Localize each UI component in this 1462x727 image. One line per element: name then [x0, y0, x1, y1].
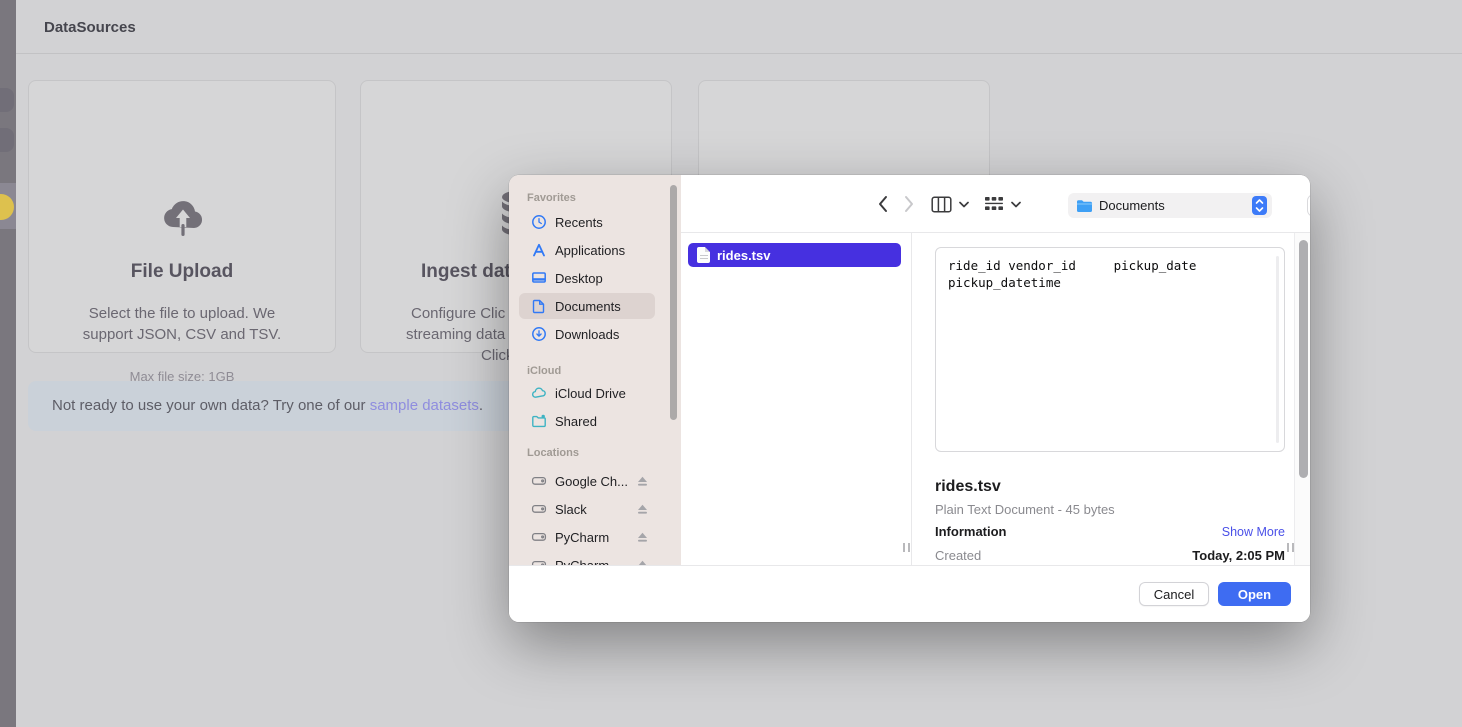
- sidebar-item-desktop[interactable]: Desktop: [519, 265, 655, 291]
- sidebar-scrollbar[interactable]: [670, 185, 677, 420]
- eject-icon[interactable]: [636, 531, 649, 544]
- information-label: Information: [935, 524, 1007, 539]
- information-row: Information Show More: [935, 524, 1285, 539]
- screen: DataSources File Upload Select the file …: [0, 0, 1462, 727]
- sidebar-item-shared[interactable]: Shared: [519, 408, 655, 434]
- card-title: Ingest data: [421, 261, 521, 283]
- eject-icon[interactable]: [636, 503, 649, 516]
- disk-icon: [531, 473, 547, 489]
- created-row: Created Today, 2:05 PM: [935, 548, 1285, 563]
- card-title: File Upload: [29, 261, 335, 283]
- sidebar-item-pycharm[interactable]: PyCharm: [519, 524, 655, 550]
- dialog-sidebar: Favorites Recents Applications Desktop D…: [509, 175, 681, 622]
- created-label: Created: [935, 548, 981, 563]
- sidebar-section-icloud: iCloud: [527, 365, 561, 377]
- rail-item-icon[interactable]: [0, 128, 14, 152]
- desktop-icon: [531, 270, 547, 286]
- search-field: [1307, 194, 1310, 217]
- page-header: DataSources: [16, 0, 1462, 54]
- dialog-scrollbar-track: [1294, 233, 1310, 565]
- sidebar-item-slack[interactable]: Slack: [519, 496, 655, 522]
- file-preview: ride_id vendor_id pickup_date pickup_dat…: [935, 247, 1285, 452]
- sidebar-section-locations: Locations: [527, 447, 579, 459]
- sidebar-item-google-chrome[interactable]: Google Ch...: [519, 468, 655, 494]
- info-filename: rides.tsv: [935, 478, 1001, 496]
- eject-icon[interactable]: [636, 475, 649, 488]
- download-icon: [531, 326, 547, 342]
- disk-icon: [531, 529, 547, 545]
- file-preview-text: ride_id vendor_id pickup_date pickup_dat…: [936, 248, 1284, 300]
- sidebar-item-documents[interactable]: Documents: [519, 293, 655, 319]
- document-icon: [531, 298, 547, 314]
- clock-icon: [531, 214, 547, 230]
- card-description-frag: streaming data: [406, 324, 505, 345]
- column-view-button[interactable]: [931, 196, 969, 213]
- card-description: Select the file to upload. We support JS…: [29, 303, 335, 345]
- file-row-rides-tsv[interactable]: rides.tsv: [688, 243, 901, 267]
- banner-text: Not ready to use your own data? Try one …: [52, 397, 370, 414]
- sidebar-item-recents[interactable]: Recents: [519, 209, 655, 235]
- column-resize-handle[interactable]: [903, 543, 912, 552]
- folder-dropdown-label: Documents: [1099, 198, 1165, 213]
- sidebar-item-downloads[interactable]: Downloads: [519, 321, 655, 347]
- shared-folder-icon: [531, 413, 547, 429]
- page-title: DataSources: [44, 19, 136, 36]
- sample-datasets-link[interactable]: sample datasets: [370, 397, 479, 414]
- file-name: rides.tsv: [717, 248, 770, 263]
- created-value: Today, 2:05 PM: [1192, 548, 1285, 563]
- cloud-icon: [531, 385, 547, 401]
- sidebar-section-favorites: Favorites: [527, 192, 576, 204]
- rail-item-icon[interactable]: [0, 88, 14, 112]
- column-divider: [911, 233, 912, 565]
- file-open-dialog: Favorites Recents Applications Desktop D…: [509, 175, 1310, 622]
- group-view-button[interactable]: [984, 196, 1021, 213]
- show-more-link[interactable]: Show More: [1222, 525, 1285, 539]
- disk-icon: [531, 501, 547, 517]
- open-button[interactable]: Open: [1218, 582, 1291, 606]
- sidebar-item-icloud-drive[interactable]: iCloud Drive: [519, 380, 655, 406]
- appstore-icon: [531, 242, 547, 258]
- dialog-footer: Cancel Open: [509, 565, 1310, 622]
- dialog-toolbar: Documents: [681, 175, 1310, 233]
- forward-button[interactable]: [902, 194, 916, 214]
- stepper-icon: [1252, 196, 1267, 215]
- preview-scrollbar[interactable]: [1276, 256, 1279, 443]
- info-kind: Plain Text Document - 45 bytes: [935, 502, 1115, 517]
- search-input[interactable]: [1307, 194, 1310, 217]
- folder-icon: [1076, 199, 1093, 213]
- sidebar-item-applications[interactable]: Applications: [519, 237, 655, 263]
- dialog-content: rides.tsv ride_id vendor_id pickup_date …: [681, 233, 1310, 565]
- file-icon: [697, 247, 710, 263]
- file-upload-card[interactable]: File Upload Select the file to upload. W…: [28, 80, 336, 353]
- card-description-frag: Configure Clic: [411, 303, 505, 324]
- folder-dropdown[interactable]: Documents: [1068, 193, 1272, 218]
- cloud-upload-icon: [160, 194, 206, 245]
- banner-suffix: .: [479, 397, 483, 414]
- dialog-scrollbar[interactable]: [1299, 240, 1308, 478]
- app-nav-rail: [0, 0, 16, 727]
- cancel-button[interactable]: Cancel: [1139, 582, 1209, 606]
- back-button[interactable]: [876, 194, 890, 214]
